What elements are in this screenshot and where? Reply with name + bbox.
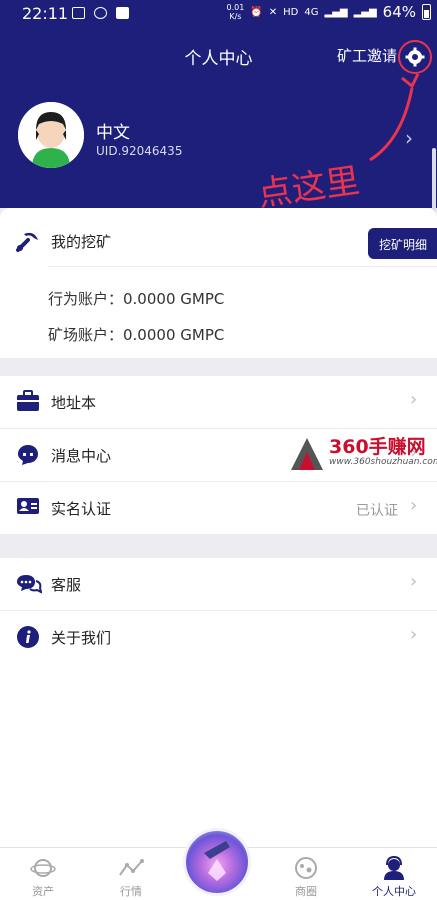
status-notification-icons [72, 7, 129, 19]
menu-item-address-book[interactable]: 地址本 › [0, 376, 437, 428]
behavior-account: 行为账户：0.0000 GMPC [48, 290, 225, 308]
content-background [0, 662, 437, 847]
app-notification-icon [94, 7, 107, 19]
menu-label: 客服 [51, 576, 82, 594]
chevron-right-icon: › [410, 571, 418, 592]
gear-icon [405, 47, 425, 67]
user-icon [384, 855, 404, 880]
mining-orb-button[interactable] [183, 828, 251, 896]
watermark: 360手赚网 www.360shouzhuan.com [285, 430, 437, 476]
pickaxe-icon [16, 232, 38, 252]
tab-assets[interactable]: 资产 [8, 848, 78, 900]
watermark-brand: 360手赚网 [329, 436, 426, 458]
info-icon [17, 626, 39, 648]
menu-item-verification[interactable]: 实名认证 已认证 › [0, 482, 437, 534]
battery-percent: 64% [382, 3, 416, 21]
status-time: 22:11 [22, 4, 69, 23]
customer-service-icon [17, 575, 42, 594]
menu-label: 地址本 [51, 394, 97, 412]
mine-account: 矿场账户：0.0000 GMPC [48, 326, 225, 344]
chevron-right-icon: › [410, 389, 418, 410]
tab-business-circle[interactable]: 商圈 [271, 848, 341, 900]
tab-label: 资产 [32, 885, 54, 898]
network-speed-unit: K/s [229, 12, 242, 21]
alarm-icon: ⏰ [250, 6, 263, 18]
download-notification-icon [116, 7, 129, 19]
tab-market[interactable]: 行情 [96, 848, 166, 900]
watermark-logo-icon [291, 438, 323, 470]
signal-icon: ▂▄▆ [324, 6, 348, 18]
chat-bubble-icon [18, 445, 38, 465]
status-right-icons: 0.01 K/s ⏰ ✕ HD 4G ▂▄▆ ▂▄▆ 64% [226, 3, 431, 21]
user-id: UID.92046435 [96, 144, 183, 158]
tab-label: 个人中心 [372, 885, 416, 898]
mining-orb-icon [204, 841, 230, 881]
shop-icon [295, 857, 317, 879]
tab-label: 商圈 [295, 885, 317, 898]
briefcase-icon [17, 390, 39, 411]
trend-icon [119, 859, 144, 876]
chevron-right-icon: › [410, 624, 418, 645]
status-bar: 22:11 0.01 K/s ⏰ ✕ HD 4G ▂▄▆ ▂▄▆ 64% [0, 0, 437, 28]
invite-link[interactable]: 矿工邀请 [337, 45, 397, 66]
network-speed: 0.01 K/s [226, 3, 244, 21]
mining-card: 我的挖矿 挖矿明细 行为账户：0.0000 GMPC 矿场账户：0.0000 G… [0, 208, 437, 358]
id-card-icon [17, 498, 39, 514]
verification-status: 已认证 [356, 503, 398, 519]
planet-icon [30, 859, 56, 877]
mining-title: 我的挖矿 [51, 233, 112, 251]
watermark-url: www.360shouzhuan.com [329, 457, 437, 467]
avatar-illustration [18, 102, 84, 168]
username: 中文 [96, 123, 130, 143]
menu-item-customer-service[interactable]: 客服 › [0, 558, 437, 610]
chevron-right-icon: › [410, 495, 418, 516]
menu-label: 关于我们 [51, 629, 112, 647]
network-speed-value: 0.01 [226, 3, 245, 12]
mute-icon: ✕ [268, 6, 278, 18]
tab-profile[interactable]: 个人中心 [359, 848, 429, 900]
avatar[interactable] [18, 102, 84, 168]
settings-button[interactable] [398, 40, 432, 74]
hd-indicator: HD [283, 6, 299, 18]
menu-item-about-us[interactable]: 关于我们 › [0, 611, 437, 663]
image-notification-icon [72, 7, 85, 19]
chevron-right-icon[interactable]: › [405, 126, 413, 150]
menu-label: 实名认证 [51, 500, 112, 518]
network-type: 4G [304, 6, 319, 18]
mining-detail-button[interactable]: 挖矿明细 [368, 228, 437, 259]
battery-icon [422, 4, 431, 20]
menu-label: 消息中心 [51, 447, 112, 465]
divider [48, 266, 437, 267]
signal-icon-2: ▂▄▆ [353, 6, 377, 18]
profile-header: 22:11 0.01 K/s ⏰ ✕ HD 4G ▂▄▆ ▂▄▆ 64% 个人中… [0, 0, 437, 208]
tab-label: 行情 [120, 885, 142, 898]
